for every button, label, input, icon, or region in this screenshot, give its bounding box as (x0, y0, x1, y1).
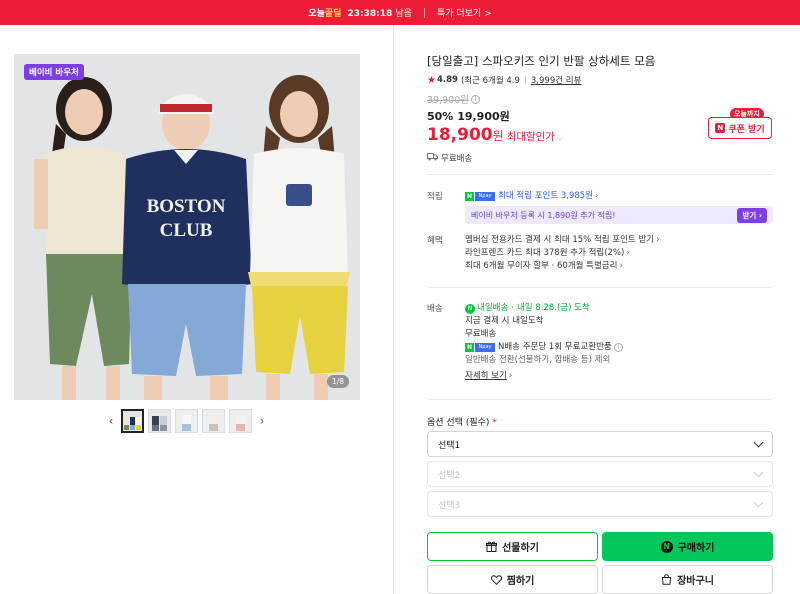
more-deals-link[interactable]: 특가 더보기 > (437, 6, 492, 19)
free-return-line: N Npay N배송 주문당 1회 무료교환반품 i (465, 341, 773, 354)
cart-button-label: 장바구니 (677, 576, 714, 587)
rating-divider (524, 76, 526, 84)
tomorrow-delivery-line: N 내일배송 · 내일 8.28.(금) 도착 (465, 302, 773, 315)
discount-percent: 50% (427, 110, 454, 123)
info-icon[interactable]: i (613, 343, 623, 352)
divider (427, 399, 773, 400)
divider (427, 287, 773, 288)
deal-banner: 오늘끝딜 23:38:18 남음 특가 더보기 > (0, 0, 800, 25)
max-discount-label: 최대할인가 (506, 131, 555, 143)
npay-icon: N Npay (465, 192, 495, 201)
info-icon[interactable]: i (470, 94, 480, 104)
naver-n-icon: N (715, 123, 726, 133)
shipping-text: 무료배송 (441, 154, 473, 164)
rating-detail: (최근 6개월 4.9 (460, 76, 520, 86)
benefit-line-2[interactable]: 라인프렌즈 카드 최대 378원 추가 적립(2%) › (465, 247, 773, 260)
product-main-image[interactable]: BOSTON CLUB (14, 54, 360, 400)
return-note: 일반배송 전환(선물하기, 합배송 등) 제외 (465, 355, 611, 365)
cart-button[interactable]: 장바구니 (602, 565, 773, 594)
wishlist-button-label: 찜하기 (506, 576, 535, 587)
option-select-3[interactable]: 선택3 (427, 491, 773, 517)
banner-divider (423, 7, 425, 18)
shirt-text-2: CLUB (160, 220, 213, 241)
benefits-label: 혜택 (427, 236, 443, 246)
chevron-down-icon[interactable]: ⌵ (557, 133, 563, 143)
naver-n-icon: N (660, 540, 673, 553)
gift-button-label: 선물하기 (502, 543, 539, 554)
voucher-receive-button[interactable]: 받기 › (737, 207, 767, 223)
reviews-link[interactable]: 3,999건 리뷰 (531, 74, 582, 86)
truck-icon (427, 152, 438, 164)
tomorrow-date: 내일 8.28.(금) 도착 (516, 303, 590, 313)
option-label: 옵션 선택 (필수) * (427, 418, 497, 428)
naver-n-icon: N (465, 303, 475, 314)
voucher-points-text: 베이비 바우처 등록 시 1,890원 추가 적립! (471, 210, 616, 220)
buy-button-label: 구매하기 (677, 543, 715, 554)
thumbnail-4[interactable] (202, 409, 225, 433)
delivery-label: 배송 (427, 304, 443, 314)
chevron-right-icon[interactable]: › (256, 408, 268, 434)
heart-icon (490, 574, 502, 585)
gift-button[interactable]: 선물하기 (427, 532, 598, 561)
thumbnail-5[interactable] (229, 409, 252, 433)
baby-voucher-badge: 베이비 바우처 (24, 64, 84, 80)
chevron-down-icon (753, 497, 764, 507)
coupon-button[interactable]: N 쿠폰 받기 (708, 117, 772, 139)
thumbnail-strip: ‹ › (105, 408, 268, 434)
deal-timer: 23:38:18 남음 (347, 9, 412, 19)
column-divider (393, 25, 394, 594)
gift-icon (486, 541, 498, 552)
option-select-2[interactable]: 선택2 (427, 461, 773, 487)
buy-button[interactable]: N 구매하기 (602, 532, 773, 561)
discount-price: 19,900원 (457, 110, 510, 123)
product-info: [당일출고] 스파오키즈 인기 반팔 상하세트 모음 ★ 4.89 (최근 6개… (427, 54, 773, 164)
rating-row: ★ 4.89 (최근 6개월 4.9 3,999건 리뷰 (427, 74, 773, 87)
benefit-line-3[interactable]: 최대 6개월 무이자 할부 · 60개월 특별금리 › (465, 260, 773, 273)
thumbnail-3[interactable] (175, 409, 198, 433)
shopping-bag-icon (661, 574, 672, 585)
chevron-down-icon (753, 467, 764, 477)
benefit-line-1[interactable]: 멤버십 전용카드 결제 시 최대 15% 적립 포인트 받기 › (465, 234, 773, 247)
star-icon: ★ (427, 74, 436, 86)
delivery-details-link[interactable]: 자세히 보기 › (465, 370, 773, 383)
coupon-button-label: 쿠폰 받기 (728, 124, 765, 135)
original-price: 39,900원 i (427, 92, 773, 106)
rating-score: 4.89 (436, 75, 458, 85)
order-now-text: 지금 결제 시 내일도착 (465, 316, 544, 326)
npay-icon: N Npay (465, 343, 495, 352)
thumbnail-2[interactable] (148, 409, 171, 433)
final-price-unit: 원 (492, 129, 504, 143)
shipping-summary: 무료배송 (427, 152, 773, 164)
product-photo: BOSTON CLUB (14, 54, 360, 400)
shirt-text-1: BOSTON (147, 196, 226, 217)
max-points-link[interactable]: N Npay 최대 적립 포인트 3,985원 › (465, 190, 773, 203)
chevron-down-icon (753, 437, 764, 447)
option-select-1[interactable]: 선택1 (427, 431, 773, 457)
image-counter: 1/8 (327, 375, 350, 388)
divider (427, 174, 773, 175)
thumbnail-1[interactable] (121, 409, 144, 433)
free-shipping-text: 무료배송 (465, 329, 497, 339)
chevron-left-icon[interactable]: ‹ (105, 408, 117, 434)
voucher-points-bar: 베이비 바우처 등록 시 1,890원 추가 적립! 받기 › (465, 206, 773, 224)
tomorrow-delivery-badge: N 내일배송 (465, 302, 508, 315)
max-points-text: 최대 적립 포인트 3,985원 (498, 191, 594, 201)
final-price: 18,900 (427, 125, 493, 145)
today-deal-label: 오늘끝딜 (308, 9, 342, 19)
product-title: [당일출고] 스파오키즈 인기 반팔 상하세트 모음 (427, 54, 656, 68)
wishlist-button[interactable]: 찜하기 (427, 565, 598, 594)
points-label: 적립 (427, 192, 443, 202)
